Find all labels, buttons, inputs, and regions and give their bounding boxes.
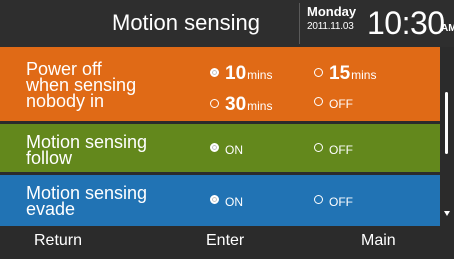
option-evade-off[interactable]: OFF [314, 195, 353, 209]
page-title: Motion sensing [112, 10, 260, 35]
label-line: nobody in [26, 91, 105, 111]
option-number: 30 [225, 94, 247, 115]
radio-selected-icon [210, 68, 219, 77]
header-divider [299, 3, 300, 44]
radio-unselected-icon [314, 195, 323, 204]
clock-time: 10:30 [367, 5, 445, 41]
option-text: OFF [329, 195, 353, 209]
enter-button[interactable]: Enter [206, 232, 244, 250]
scrollbar-thumb[interactable] [445, 92, 448, 154]
option-text: OFF [329, 143, 353, 157]
option-off[interactable]: OFF [314, 97, 353, 111]
motion-follow-setting-row: Motion sensing follow ON OFF [0, 124, 440, 172]
option-15-mins[interactable]: 15 mins [314, 63, 376, 85]
option-unit: mins [247, 68, 273, 82]
power-off-label: Power off when sensing nobody in [26, 60, 136, 111]
clock-ampm: AM [441, 23, 454, 34]
motion-evade-label: Motion sensing evade [26, 184, 147, 219]
option-text: ON [225, 195, 243, 209]
option-10-mins[interactable]: 10 mins [210, 63, 272, 85]
radio-unselected-icon [314, 143, 323, 152]
option-follow-off[interactable]: OFF [314, 143, 353, 157]
option-text: OFF [329, 97, 353, 111]
radio-unselected-icon [210, 99, 219, 108]
option-unit: mins [351, 68, 377, 82]
label-line: evade [26, 199, 76, 219]
label-line: follow [26, 148, 73, 168]
motion-evade-setting-row: Motion sensing evade ON OFF [0, 175, 440, 226]
motion-follow-label: Motion sensing follow [26, 133, 147, 168]
date-label: 2011.11.03 [307, 21, 354, 32]
main-button[interactable]: Main [361, 232, 396, 250]
day-label: Monday [307, 4, 357, 19]
power-off-setting-row: Power off when sensing nobody in 10 mins… [0, 47, 440, 121]
settings-screen: Motion sensing Monday 2011.11.03 10:30 A… [0, 0, 454, 259]
radio-selected-icon [210, 143, 219, 152]
scroll-down-arrow-icon[interactable] [444, 211, 450, 216]
return-button[interactable]: Return [34, 232, 82, 250]
radio-unselected-icon [314, 97, 323, 106]
footer-bar: Return Enter Main [0, 226, 454, 259]
radio-selected-icon [210, 195, 219, 204]
option-unit: mins [247, 99, 273, 113]
option-evade-on[interactable]: ON [210, 195, 243, 209]
option-30-mins[interactable]: 30 mins [210, 94, 272, 116]
radio-unselected-icon [314, 68, 323, 77]
option-number: 10 [225, 63, 247, 84]
option-number: 15 [329, 63, 351, 84]
header-bar: Motion sensing Monday 2011.11.03 10:30 A… [0, 0, 454, 47]
option-follow-on[interactable]: ON [210, 143, 243, 157]
option-text: ON [225, 143, 243, 157]
